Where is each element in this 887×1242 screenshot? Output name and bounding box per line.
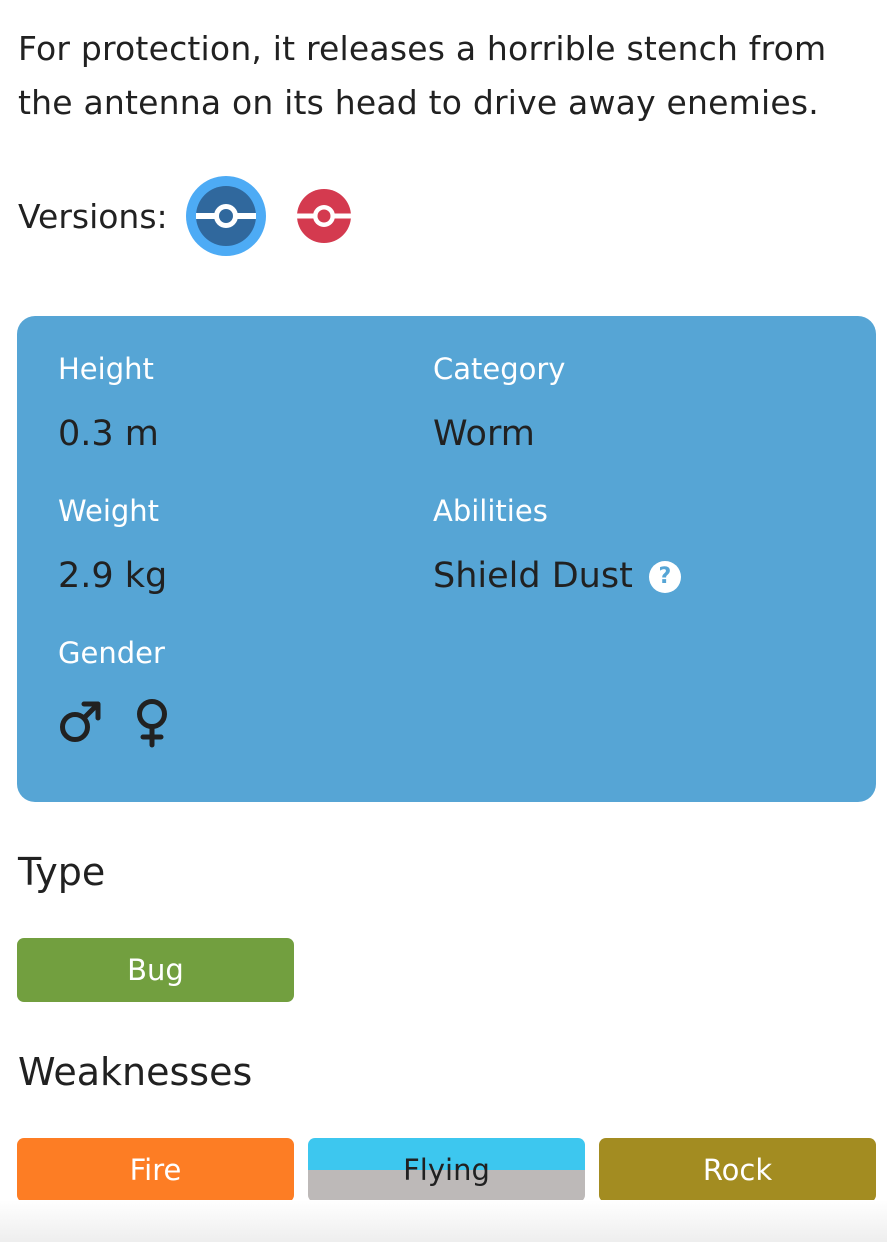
weakness-badge-fire[interactable]: Fire — [17, 1138, 294, 1202]
type-badge-bug[interactable]: Bug — [17, 938, 294, 1002]
ability-help-icon[interactable]: ? — [648, 561, 681, 593]
weakness-badge-rock[interactable]: Rock — [599, 1138, 876, 1202]
category-label: Category — [433, 352, 566, 386]
ability-row: Shield Dust? — [433, 556, 681, 596]
weakness-label-rock: Rock — [702, 1153, 773, 1187]
ability-name[interactable]: Shield Dust — [433, 556, 633, 596]
weakness-badge-flying[interactable]: Flying — [308, 1138, 585, 1202]
version-red-button[interactable] — [296, 188, 352, 244]
versions-label: Versions: — [18, 196, 168, 236]
type-badge-label: Bug — [127, 953, 184, 987]
gender-icons — [58, 698, 172, 748]
pokeball-red-icon — [296, 189, 351, 243]
weakness-label-fire: Fire — [129, 1153, 182, 1187]
category-value: Worm — [433, 414, 535, 454]
female-icon — [137, 699, 167, 748]
flavor-text: For protection, it releases a horrible s… — [18, 29, 827, 122]
bottom-fade — [0, 1200, 887, 1242]
type-heading: Type — [18, 850, 106, 894]
height-value: 0.3 m — [58, 414, 159, 454]
male-icon — [60, 701, 101, 742]
abilities-label: Abilities — [433, 494, 548, 528]
versions-row: Versions: — [18, 176, 352, 256]
height-label: Height — [58, 352, 154, 386]
weakness-label-flying: Flying — [403, 1153, 490, 1187]
pokeball-blue-icon — [195, 186, 256, 246]
weight-value: 2.9 kg — [58, 556, 168, 596]
pokemon-info-card: Height 0.3 m Weight 2.9 kg Gender Catego… — [17, 316, 876, 802]
gender-label: Gender — [58, 636, 165, 670]
weight-label: Weight — [58, 494, 160, 528]
weaknesses-heading: Weaknesses — [18, 1050, 253, 1094]
version-blue-button[interactable] — [185, 176, 266, 256]
